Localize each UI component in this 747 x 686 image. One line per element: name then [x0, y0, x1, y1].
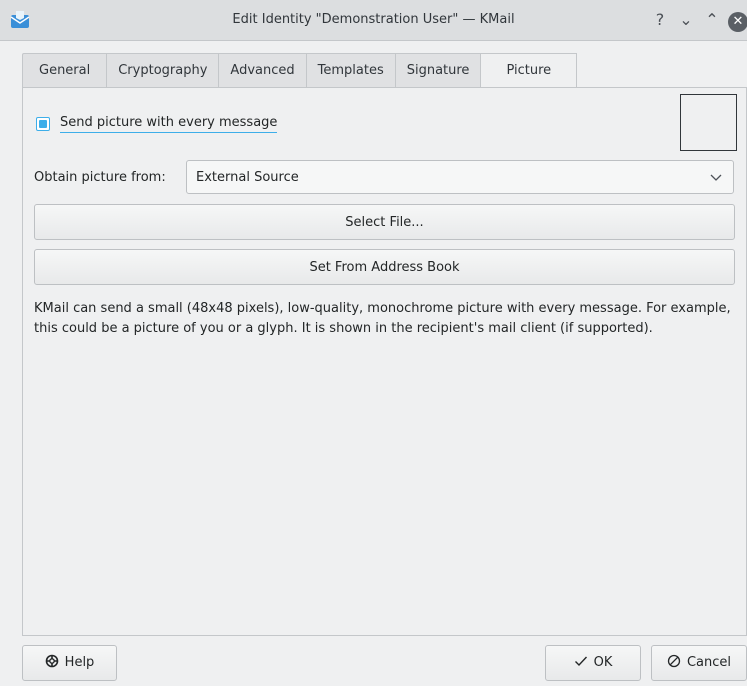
- picture-description: KMail can send a small (48x48 pixels), l…: [34, 301, 731, 336]
- tab-general[interactable]: General: [22, 53, 107, 88]
- close-icon: ✕: [728, 12, 747, 32]
- checkmark-icon: [574, 656, 587, 667]
- chevron-down-icon: [710, 174, 722, 181]
- picture-preview: [680, 94, 737, 151]
- help-label: Help: [64, 655, 95, 670]
- help-button[interactable]: Help: [22, 645, 117, 681]
- tab-bar: General Cryptography Advanced Templates …: [22, 53, 578, 89]
- window-minimize-button[interactable]: ⌄: [676, 9, 696, 31]
- title-bar: Edit Identity "Demonstration User" — KMa…: [0, 0, 747, 41]
- ok-label: OK: [593, 655, 613, 670]
- send-picture-checkbox[interactable]: [36, 117, 50, 131]
- obtain-picture-label: Obtain picture from:: [34, 170, 166, 185]
- select-file-button[interactable]: Select File...: [34, 204, 735, 240]
- obtain-picture-select[interactable]: External Source: [186, 160, 734, 194]
- send-picture-label[interactable]: Send picture with every message: [60, 115, 278, 133]
- cancel-label: Cancel: [686, 655, 732, 670]
- cancel-icon: [667, 654, 681, 668]
- help-icon: [45, 654, 58, 668]
- window-help-button[interactable]: ?: [650, 9, 670, 31]
- set-from-address-book-button[interactable]: Set From Address Book: [34, 249, 735, 285]
- tab-cryptography[interactable]: Cryptography: [106, 53, 219, 88]
- picture-tab-panel: Send picture with every message Obtain p…: [22, 87, 747, 636]
- ok-button[interactable]: OK: [545, 645, 641, 681]
- obtain-picture-value: External Source: [196, 170, 299, 185]
- window-title: Edit Identity "Demonstration User" — KMa…: [232, 12, 515, 27]
- window-maximize-button[interactable]: ⌃: [702, 9, 722, 31]
- tab-signature[interactable]: Signature: [394, 53, 481, 88]
- tab-templates[interactable]: Templates: [305, 53, 395, 88]
- cancel-button[interactable]: Cancel: [651, 645, 747, 681]
- tab-picture[interactable]: Picture: [480, 53, 578, 89]
- tab-advanced[interactable]: Advanced: [218, 53, 306, 88]
- send-picture-option[interactable]: Send picture with every message: [36, 115, 278, 133]
- window-close-button[interactable]: ✕: [727, 9, 747, 32]
